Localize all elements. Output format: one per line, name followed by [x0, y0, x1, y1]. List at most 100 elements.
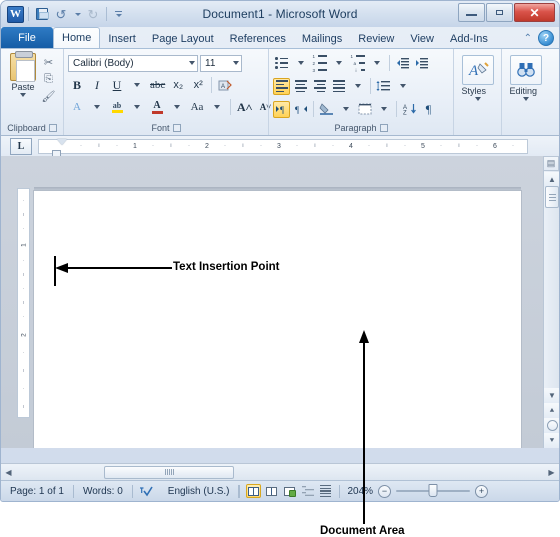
language-status[interactable]: English (U.S.): [159, 486, 239, 497]
grow-font-button[interactable]: A˄: [235, 98, 255, 116]
previous-page-button[interactable]: ⯅: [544, 403, 559, 418]
scroll-down-button[interactable]: ▼: [544, 388, 559, 403]
justify-dropdown[interactable]: [349, 78, 366, 95]
change-case-button[interactable]: Aa: [188, 98, 206, 116]
help-icon[interactable]: ?: [538, 30, 554, 46]
minimize-button[interactable]: [458, 3, 485, 22]
document-canvas[interactable]: · ı · 1 · ı · ı · 2 · ı · ı: [1, 156, 559, 448]
zoom-level-label[interactable]: 204%: [347, 486, 373, 497]
vertical-scrollbar[interactable]: ▲ ▼ ⯅ ⯆: [543, 156, 559, 448]
page-status[interactable]: Page: 1 of 1: [1, 486, 73, 497]
outline-view-button[interactable]: [300, 484, 315, 498]
change-case-dropdown[interactable]: [208, 98, 226, 116]
tab-page-layout[interactable]: Page Layout: [144, 29, 222, 48]
tab-stop-selector[interactable]: L: [10, 137, 32, 155]
styles-button[interactable]: A: [461, 55, 494, 85]
sort-button[interactable]: A Z: [401, 101, 418, 118]
tab-file[interactable]: File: [1, 27, 53, 48]
full-screen-reading-view-button[interactable]: [264, 484, 279, 498]
clear-formatting-button[interactable]: A: [216, 76, 234, 94]
borders-dropdown[interactable]: [375, 101, 392, 118]
next-page-button[interactable]: ⯆: [544, 433, 559, 448]
shading-button[interactable]: [318, 101, 335, 118]
horizontal-scroll-track[interactable]: [16, 465, 544, 480]
subscript-button[interactable]: x₂: [169, 76, 187, 94]
bullets-dropdown[interactable]: [292, 55, 309, 72]
text-effects-dropdown[interactable]: [88, 98, 106, 116]
underline-button[interactable]: U: [108, 76, 126, 94]
tab-add-ins[interactable]: Add-Ins: [442, 29, 496, 48]
chevron-down-icon[interactable]: [522, 97, 529, 101]
chevron-down-icon[interactable]: [474, 97, 481, 101]
font-name-combobox[interactable]: Calibri (Body): [68, 54, 198, 72]
bullets-button[interactable]: [273, 55, 290, 72]
copy-button[interactable]: ⎘: [41, 72, 56, 86]
strikethrough-button[interactable]: abc: [148, 76, 167, 94]
zoom-out-button[interactable]: −: [378, 484, 392, 498]
paste-button[interactable]: Paste: [5, 51, 41, 97]
print-layout-view-button[interactable]: [246, 484, 262, 498]
align-left-button[interactable]: [273, 77, 290, 95]
numbering-button[interactable]: 123: [311, 54, 328, 73]
left-to-right-button[interactable]: ¶: [273, 100, 290, 118]
dialog-launcher-icon[interactable]: [172, 124, 181, 132]
increase-indent-button[interactable]: [413, 55, 430, 72]
minimize-ribbon-icon[interactable]: ⌃: [524, 33, 532, 44]
tab-home[interactable]: Home: [53, 27, 101, 48]
right-to-left-button[interactable]: ¶: [292, 101, 309, 118]
borders-button[interactable]: [356, 101, 373, 118]
highlight-dropdown[interactable]: [128, 98, 146, 116]
editing-button[interactable]: [509, 55, 542, 85]
line-spacing-button[interactable]: [375, 78, 392, 95]
align-right-button[interactable]: [311, 78, 328, 95]
numbering-dropdown[interactable]: [330, 55, 347, 72]
horizontal-scrollbar[interactable]: ◀ ▶: [1, 463, 559, 480]
word-count-status[interactable]: Words: 0: [74, 486, 132, 497]
tab-insert[interactable]: Insert: [100, 29, 144, 48]
scroll-left-button[interactable]: ◀: [1, 465, 16, 480]
scroll-right-button[interactable]: ▶: [544, 465, 559, 480]
first-line-indent-marker[interactable]: [57, 138, 67, 145]
tab-review[interactable]: Review: [350, 29, 402, 48]
vertical-scroll-thumb[interactable]: [545, 186, 559, 208]
dialog-launcher-icon[interactable]: [379, 124, 388, 132]
tab-references[interactable]: References: [222, 29, 294, 48]
italic-button[interactable]: I: [88, 76, 106, 94]
proofing-status-button[interactable]: [133, 485, 159, 498]
show-formatting-marks-button[interactable]: ¶: [420, 101, 437, 118]
format-painter-button[interactable]: 🖌: [41, 89, 56, 103]
multilevel-list-button[interactable]: 1ai: [349, 54, 366, 73]
text-effects-button[interactable]: A: [68, 98, 86, 116]
decrease-indent-button[interactable]: [394, 55, 411, 72]
maximize-button[interactable]: [486, 3, 513, 22]
font-color-button[interactable]: A: [148, 98, 166, 116]
dialog-launcher-icon[interactable]: [48, 124, 57, 132]
highlight-color-button[interactable]: ab: [108, 98, 126, 116]
zoom-slider-track[interactable]: [396, 484, 471, 497]
view-ruler-button[interactable]: ▤: [543, 156, 559, 171]
tab-view[interactable]: View: [402, 29, 442, 48]
horizontal-ruler[interactable]: · ı · 1 · ı · 2 · ı · 3 · ı · 4 · ı · 5: [38, 138, 528, 157]
scroll-up-button[interactable]: ▲: [544, 172, 559, 187]
font-color-dropdown[interactable]: [168, 98, 186, 116]
line-spacing-dropdown[interactable]: [394, 78, 411, 95]
document-page[interactable]: [34, 191, 521, 448]
shading-dropdown[interactable]: [337, 101, 354, 118]
zoom-in-button[interactable]: +: [475, 484, 489, 498]
superscript-button[interactable]: x²: [189, 76, 207, 94]
font-size-combobox[interactable]: 11: [200, 54, 242, 72]
horizontal-scroll-thumb[interactable]: [104, 465, 234, 479]
underline-dropdown-button[interactable]: [128, 76, 146, 94]
multilevel-dropdown[interactable]: [368, 55, 385, 72]
web-layout-view-button[interactable]: [282, 484, 297, 498]
bold-button[interactable]: B: [68, 76, 86, 94]
browse-object-button[interactable]: [544, 418, 559, 433]
draft-view-button[interactable]: [318, 484, 333, 498]
vertical-ruler[interactable]: · ı · 1 · ı · ı · 2 · ı · ı: [17, 188, 30, 418]
tab-mailings[interactable]: Mailings: [294, 29, 350, 48]
align-center-button[interactable]: [292, 78, 309, 95]
cut-button[interactable]: ✂: [41, 55, 56, 69]
justify-button[interactable]: [330, 78, 347, 95]
zoom-slider-thumb[interactable]: [428, 484, 438, 497]
close-button[interactable]: ✕: [514, 3, 555, 22]
